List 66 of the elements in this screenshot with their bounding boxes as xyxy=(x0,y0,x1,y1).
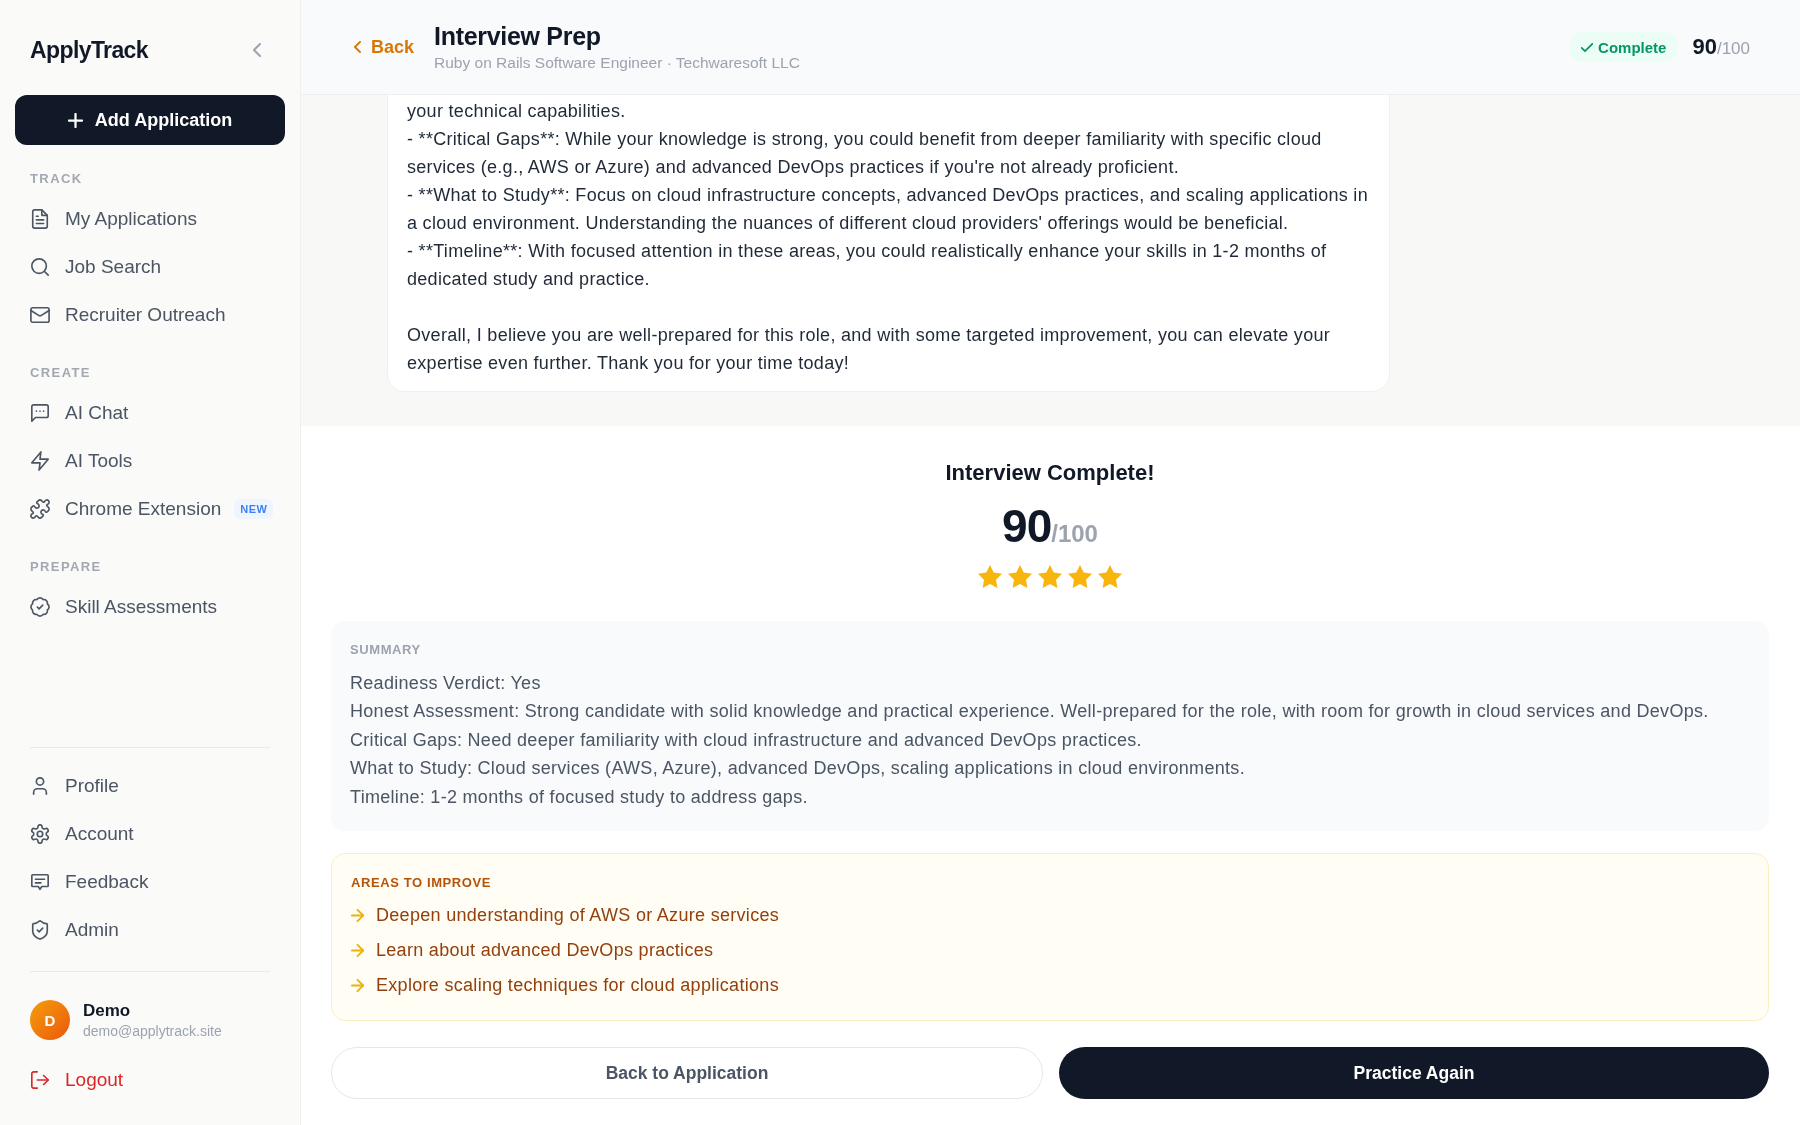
page-title: Interview Prep xyxy=(434,21,601,51)
summary-line: What to Study: Cloud services (AWS, Azure), advanced DevOps, scaling applications in cloud environments. xyxy=(350,757,1245,780)
lightning-icon xyxy=(30,451,50,471)
final-score: 90/100 xyxy=(1002,500,1098,551)
chevron-left-icon xyxy=(354,41,361,53)
nav-item[interactable]: Account xyxy=(15,810,285,858)
badge-check-icon xyxy=(30,597,50,617)
summary-line: Honest Assessment: Strong candidate with solid knowledge and practical experience. Well-prepared for the role, with room for growth in cloud services and DevOps. xyxy=(350,700,1709,723)
nav-item[interactable]: My Applications xyxy=(15,195,285,243)
nav-item[interactable]: Profile xyxy=(15,762,285,810)
search-icon xyxy=(30,257,50,277)
summary-label: SUMMARY xyxy=(350,641,421,658)
settings-icon xyxy=(30,824,50,844)
results-title: Interview Complete! xyxy=(945,459,1155,486)
summary-line: Readiness Verdict: Yes xyxy=(350,671,541,695)
collapse-button[interactable] xyxy=(253,43,261,57)
shield-check-icon xyxy=(30,920,50,940)
chat-bubble-icon xyxy=(30,403,50,423)
nav-item[interactable]: Job Search xyxy=(15,243,285,291)
document-icon xyxy=(30,209,50,229)
improvement-item: Explore scaling techniques for cloud applications xyxy=(376,975,779,996)
header-score: 90/100 xyxy=(1692,34,1750,60)
nav-item[interactable]: Admin xyxy=(15,906,285,954)
nav-item[interactable]: Skill Assessments xyxy=(15,583,285,631)
nav-item[interactable]: Feedback xyxy=(15,858,285,906)
page-subtitle: Ruby on Rails Software Engineer · Techwaresoft LLC xyxy=(434,53,800,73)
star-icon xyxy=(978,564,1002,588)
logout-icon xyxy=(30,1070,50,1090)
star-icon xyxy=(1008,564,1032,588)
plus-icon xyxy=(67,112,83,128)
action-button[interactable]: Practice Again xyxy=(1059,1047,1769,1099)
check-icon xyxy=(1581,42,1594,52)
star-icon xyxy=(1068,564,1092,588)
message-text: - **What to Study**: Focus on cloud infrastructure concepts, advanced DevOps practices, and scaling applications in a cloud environment. Understanding the nuances of different cloud providers' offerings would be beneficial. xyxy=(407,183,1369,235)
improvement-item: Learn about advanced DevOps practices xyxy=(376,940,714,961)
message-icon xyxy=(30,872,50,892)
section-heading: CREATE xyxy=(29,365,91,381)
nav-item[interactable]: Chrome Extension NEW xyxy=(15,485,285,533)
star-icon xyxy=(1038,564,1062,588)
user-avatar: D xyxy=(30,1000,70,1040)
summary-line: Critical Gaps: Need deeper familiarity with cloud infrastructure and advanced DevOps practices. xyxy=(350,728,1142,752)
nav-item[interactable]: Recruiter Outreach xyxy=(15,291,285,339)
section-heading: TRACK xyxy=(29,171,83,187)
improvement-label: AREAS TO IMPROVE xyxy=(351,875,492,891)
chevron-left-icon xyxy=(253,43,261,57)
puzzle-icon xyxy=(30,499,50,519)
message-text: - **Critical Gaps**: While your knowledge is strong, you could benefit from deeper familiarity with specific cloud services (e.g., AWS or Azure) and advanced DevOps practices if you're not already proficient. xyxy=(407,127,1323,179)
nav-item[interactable]: AI Tools xyxy=(15,437,285,485)
message-text: your technical capabilities. xyxy=(407,99,627,123)
add-application-button[interactable]: Add Application xyxy=(15,95,285,145)
logout-button[interactable]: Logout xyxy=(15,1056,139,1104)
message-text: - **Timeline**: With focused attention in these areas, you could realistically enhance your skills in 1-2 months of dedicated study and practice. xyxy=(407,239,1328,291)
improvement-item: Deepen understanding of AWS or Azure services xyxy=(376,905,780,926)
app-logo: ApplyTrack xyxy=(30,36,148,64)
nav-item[interactable]: AI Chat xyxy=(15,389,285,437)
new-badge: NEW xyxy=(234,499,274,519)
message-text: Overall, I believe you are well-prepared for this role, and with some targeted improvement, you can elevate your expertise even further. Thank you for your time today! xyxy=(407,323,1332,375)
star-icon xyxy=(1098,564,1122,588)
user-name: Demo xyxy=(83,1000,132,1022)
person-icon xyxy=(30,776,50,796)
summary-line: Timeline: 1-2 months of focused study to address gaps. xyxy=(350,785,808,809)
action-button[interactable]: Back to Application xyxy=(331,1047,1043,1099)
envelope-icon xyxy=(30,305,50,325)
status-text: Complete xyxy=(1598,38,1667,56)
user-email: demo@applytrack.site xyxy=(83,1022,222,1040)
section-heading: PREPARE xyxy=(29,559,102,575)
